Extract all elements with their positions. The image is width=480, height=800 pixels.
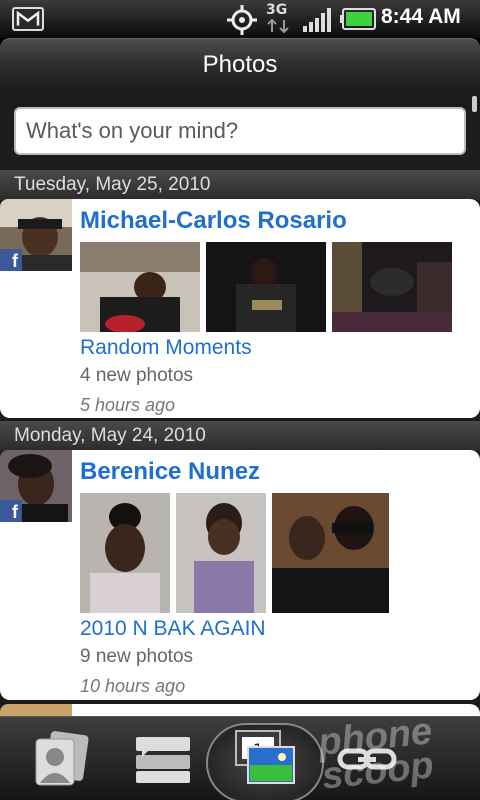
photo-count: 9 new photos (80, 646, 194, 667)
author-name[interactable]: Michael-Carlos Rosario (80, 207, 347, 235)
network-3g-icon: 3G (266, 2, 292, 36)
watermark: phone scoop (316, 710, 437, 798)
album-title[interactable]: 2010 N BAK AGAIN (80, 617, 266, 641)
timestamp: 10 hours ago (80, 676, 186, 696)
avatar[interactable] (0, 704, 72, 716)
photo-thumbnail[interactable] (206, 242, 326, 332)
date-header: Tuesday, May 25, 2010 (0, 170, 480, 200)
photo-thumbnail[interactable] (80, 493, 170, 613)
battery-icon (340, 8, 376, 30)
photo-thumbnail[interactable] (80, 242, 200, 332)
network-label: 3G (266, 2, 288, 18)
photo-thumbnails (80, 242, 452, 332)
contacts-icon (35, 731, 89, 786)
updates-icon (136, 737, 190, 783)
photo-count: 4 new photos (80, 365, 194, 386)
status-input[interactable] (16, 109, 464, 153)
watermark-line: scoop (319, 744, 436, 798)
photo-thumbnail[interactable] (272, 493, 389, 613)
tab-people[interactable] (30, 731, 92, 787)
status-bar: 3G 8:44 AM (0, 0, 480, 38)
feed-item[interactable]: f Michael-Carlos Rosario Random Moments … (0, 199, 480, 418)
album-title[interactable]: Random Moments (80, 336, 252, 360)
author-name[interactable]: Berenice Nunez (80, 458, 260, 486)
photo-thumbnail[interactable] (176, 493, 266, 613)
photo-thumbnails (80, 493, 389, 613)
page-title: Photos (202, 51, 278, 78)
timestamp: 5 hours ago (80, 395, 176, 415)
signal-icon (302, 8, 332, 32)
title-bar: Photos (0, 38, 480, 94)
gps-icon (226, 4, 258, 36)
date-header: Monday, May 24, 2010 (0, 421, 480, 451)
tab-photos[interactable]: 1 (234, 729, 296, 785)
gmail-icon (12, 7, 44, 31)
photos-icon: 1 (235, 730, 295, 784)
photo-feed[interactable]: Tuesday, May 25, 2010 f Michael-Carlos R… (0, 94, 480, 716)
clock: 8:44 AM (381, 5, 461, 28)
facebook-icon: f (0, 500, 22, 522)
status-update-box[interactable] (14, 107, 466, 155)
facebook-icon: f (0, 249, 22, 271)
scrollbar[interactable] (472, 96, 477, 112)
tab-updates[interactable] (132, 731, 194, 787)
photo-thumbnail[interactable] (332, 242, 452, 332)
feed-item[interactable]: f Berenice Nunez 2010 N BAK AGAIN 9 new … (0, 450, 480, 700)
